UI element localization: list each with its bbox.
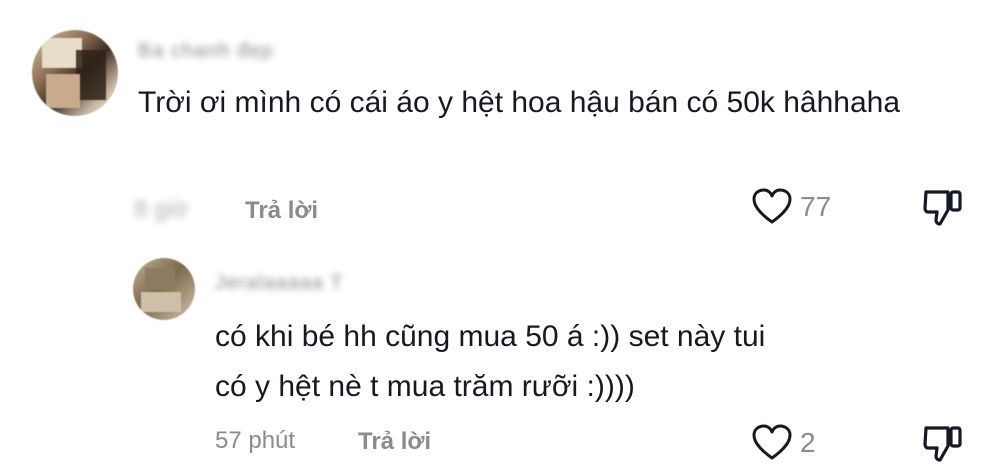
like-count: 2: [800, 427, 816, 458]
reply-button[interactable]: Trả lời: [358, 428, 431, 456]
dislike-icon[interactable]: [922, 188, 964, 228]
reply-button[interactable]: Trả lời: [245, 197, 318, 225]
comment-timestamp: 57 phút: [215, 427, 296, 454]
comment-timestamp: 8 giờ: [134, 196, 189, 223]
like-count: 77: [800, 191, 832, 222]
heart-icon: [752, 188, 792, 226]
avatar[interactable]: [133, 258, 195, 320]
like-button[interactable]: 77: [752, 188, 831, 226]
like-button[interactable]: 2: [752, 424, 816, 462]
comment-username[interactable]: Ba chanh đẹp: [138, 40, 273, 62]
comment-text: có khi bé hh cũng mua 50 á :)) set này t…: [215, 320, 766, 403]
dislike-icon[interactable]: [922, 424, 964, 464]
heart-icon: [752, 424, 792, 462]
comment-username[interactable]: Jeralaaaaa T: [215, 272, 343, 294]
avatar[interactable]: [32, 30, 118, 116]
comment-text: Trời ơi mình có cái áo y hệt hoa hậu bán…: [138, 86, 901, 119]
